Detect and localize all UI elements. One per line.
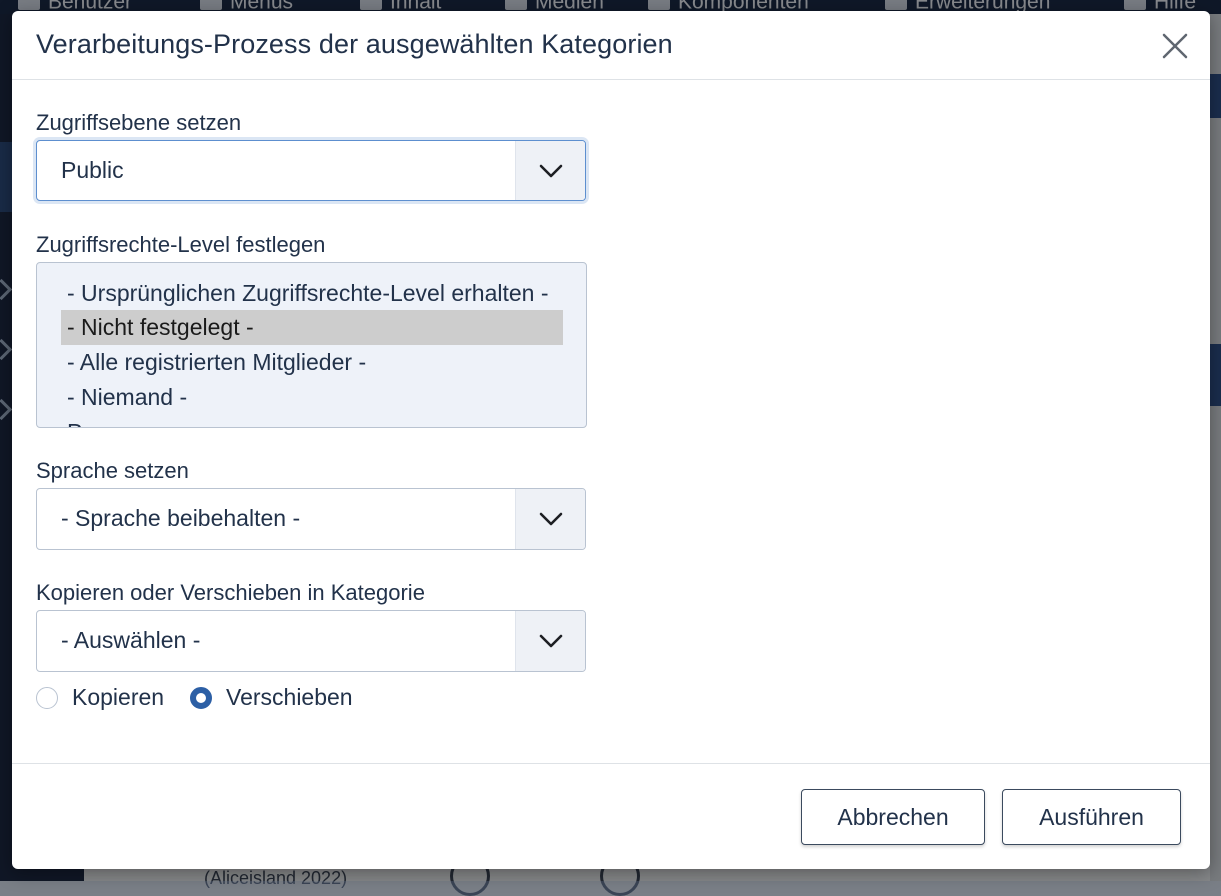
modal-header: Verarbeitungs-Prozess der ausgewählten K… <box>12 11 1210 80</box>
close-button[interactable] <box>1158 29 1192 63</box>
access-level-select[interactable]: Public <box>36 140 586 201</box>
category-select[interactable]: - Auswählen - <box>36 610 586 672</box>
access-level-label: Zugriffsebene setzen <box>36 110 242 135</box>
category-label: Kopieren oder Verschieben in Kategorie <box>36 580 425 605</box>
listbox-option-selected[interactable]: - Nicht festgelegt - <box>61 310 563 345</box>
batch-process-modal: Verarbeitungs-Prozess der ausgewählten K… <box>12 11 1210 869</box>
language-select[interactable]: - Sprache beibehalten - <box>36 488 586 550</box>
listbox-option[interactable]: - Ursprünglichen Zugriffsrechte-Level er… <box>61 276 563 311</box>
chevron-down-icon <box>515 611 585 671</box>
radio-move[interactable]: Verschieben <box>190 684 370 714</box>
radio-copy[interactable]: Kopieren <box>36 684 176 714</box>
radio-copy-label: Kopieren <box>72 684 165 710</box>
access-level-value: Public <box>61 157 124 183</box>
radio-unchecked-icon <box>36 687 58 709</box>
language-label: Sprache setzen <box>36 458 189 483</box>
radio-checked-icon <box>190 687 212 709</box>
language-value: - Sprache beibehalten - <box>61 505 301 531</box>
modal-footer: Abbrechen Ausführen <box>12 763 1210 869</box>
category-value: - Auswählen - <box>61 627 201 653</box>
permission-level-label: Zugriffsrechte-Level festlegen <box>36 232 326 257</box>
listbox-option[interactable]: - Alle registrierten Mitglieder - <box>61 345 563 380</box>
radio-move-label: Verschieben <box>226 684 353 710</box>
close-icon <box>1162 33 1188 59</box>
cancel-button[interactable]: Abbrechen <box>801 789 985 845</box>
listbox-option[interactable]: - Niemand - <box>61 380 563 415</box>
chevron-down-icon <box>515 141 585 200</box>
run-button[interactable]: Ausführen <box>1002 789 1181 845</box>
permission-level-listbox[interactable]: - Ursprünglichen Zugriffsrechte-Level er… <box>36 262 587 428</box>
listbox-option[interactable]: P <box>61 415 563 427</box>
chevron-down-icon <box>515 489 585 549</box>
modal-title: Verarbeitungs-Prozess der ausgewählten K… <box>36 29 673 59</box>
